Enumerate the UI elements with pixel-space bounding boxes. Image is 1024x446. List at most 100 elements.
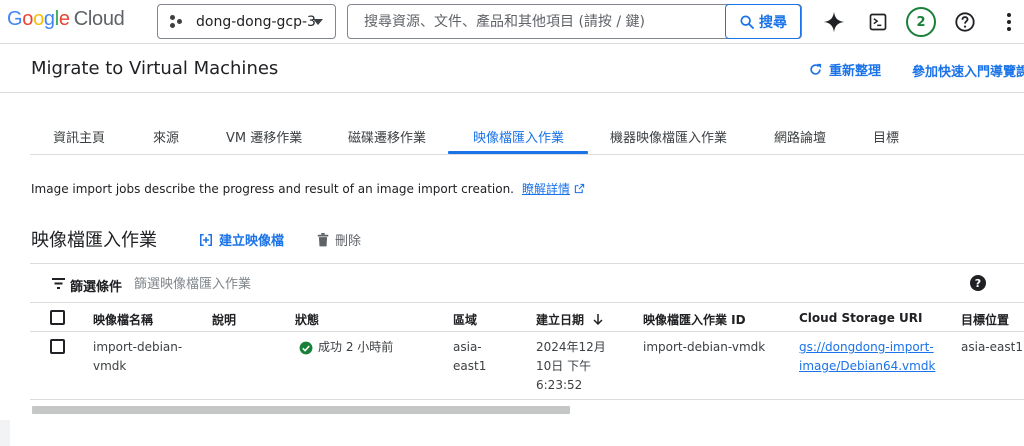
cell-line: asia- — [453, 340, 482, 354]
help-circle-icon — [955, 12, 975, 32]
refresh-label: 重新整理 — [829, 64, 882, 79]
table-header: 映像檔名稱 說明 狀態 區域 建立日期 映像檔匯入作業 ID Cloud Sto… — [30, 303, 1024, 332]
row-checkbox[interactable] — [50, 339, 65, 354]
open-in-new-icon — [574, 183, 585, 194]
page-description: Image import jobs describe the progress … — [31, 180, 585, 197]
cell-region: asia- east1 — [453, 338, 486, 376]
more-vert-icon — [1007, 13, 1011, 31]
google-cloud-logo[interactable]: Google Cloud — [7, 8, 125, 31]
page-header: Migrate to Virtual Machines 重新整理 參加快速入門導… — [0, 45, 1024, 93]
add-box-icon — [199, 233, 213, 246]
horizontal-scrollbar[interactable] — [30, 404, 1024, 416]
cell-line: 2024年12月 — [536, 340, 606, 354]
sparkle-icon — [823, 11, 845, 33]
gemini-button[interactable] — [818, 6, 850, 38]
tab-disk-migrations[interactable]: 磁碟遷移作業 — [348, 117, 426, 155]
cell-line: image/Debian64.vmdk — [799, 359, 936, 373]
create-image-label: 建立映像檔 — [219, 234, 285, 249]
logo-letter: g — [43, 8, 55, 30]
cell-line: vmdk — [93, 359, 127, 373]
column-header-status[interactable]: 狀態 — [295, 311, 319, 328]
create-image-button[interactable]: 建立映像檔 — [199, 230, 284, 249]
search-button[interactable]: 搜尋 — [725, 4, 801, 39]
search-icon — [740, 14, 754, 29]
logo-letter: e — [58, 8, 70, 30]
cell-image-name: import-debian- vmdk — [93, 338, 182, 376]
more-menu-button[interactable] — [993, 6, 1024, 38]
column-help-icon[interactable]: ? — [970, 275, 986, 291]
filter-list-icon — [52, 278, 65, 289]
search-box: 搜尋 — [347, 4, 802, 39]
quickstart-link[interactable]: 參加快速入門導覽課 — [912, 61, 1024, 80]
column-label: 建立日期 — [536, 313, 585, 327]
column-header-storage-uri[interactable]: Cloud Storage URI — [799, 311, 922, 325]
column-label: 映像檔名稱 — [93, 313, 154, 327]
column-label: 映像檔匯入作業 ID — [643, 313, 746, 327]
notification-badge[interactable]: 2 — [906, 7, 936, 37]
cell-status: 成功 2 小時前 — [299, 338, 393, 357]
cell-line: 6:23:52 — [536, 378, 583, 392]
project-name: dong-dong-gcp-3 — [196, 13, 316, 30]
cell-line: gs://dongdong-import- — [799, 340, 934, 354]
column-label: 目標位置 — [961, 313, 1010, 327]
column-header-image-name[interactable]: 映像檔名稱 — [93, 311, 153, 328]
table-row: import-debian- vmdk 成功 2 小時前 asia- east1… — [30, 332, 1024, 400]
refresh-button[interactable]: 重新整理 — [808, 60, 881, 79]
tab-network-forum[interactable]: 網路論壇 — [774, 117, 826, 155]
tab-targets[interactable]: 目標 — [873, 117, 899, 155]
column-label: Cloud Storage URI — [799, 311, 923, 325]
tabs-divider — [30, 154, 1024, 155]
delete-label: 刪除 — [335, 234, 362, 249]
tab-vm-migrations[interactable]: VM 遷移作業 — [226, 117, 302, 155]
delete-button[interactable]: 刪除 — [317, 230, 361, 249]
page-title: Migrate to Virtual Machines — [31, 58, 279, 79]
logo-letter: G — [7, 8, 23, 30]
cell-line: import-debian- — [93, 340, 183, 354]
description-text: Image import jobs describe the progress … — [31, 181, 514, 196]
column-header-job-id[interactable]: 映像檔匯入作業 ID — [643, 311, 746, 328]
section-title: 映像檔匯入作業 — [31, 230, 157, 251]
cell-job-id: import-debian-vmdk — [643, 340, 766, 354]
column-header-region[interactable]: 區域 — [453, 311, 477, 328]
learn-more-link[interactable]: 瞭解詳情 — [522, 180, 570, 197]
refresh-icon — [810, 63, 822, 75]
cell-line: 10日 下午 — [536, 359, 592, 373]
left-edge-strip — [0, 420, 10, 446]
column-label: 區域 — [453, 313, 478, 327]
tab-image-imports[interactable]: 映像檔匯入作業 — [473, 117, 564, 155]
tab-machine-image-imports[interactable]: 機器映像檔匯入作業 — [610, 117, 727, 155]
filter-bar: 篩選條件 ? — [30, 263, 1024, 303]
search-button-label: 搜尋 — [759, 14, 787, 31]
cell-created: 2024年12月 10日 下午 6:23:52 — [536, 338, 606, 395]
select-all-checkbox[interactable] — [50, 310, 65, 325]
tab-bar: 資訊主頁 來源 VM 遷移作業 磁碟遷移作業 映像檔匯入作業 機器映像檔匯入作業… — [0, 117, 1024, 155]
storage-uri-link[interactable]: gs://dongdong-import- image/Debian64.vmd… — [799, 338, 935, 376]
cell-line: east1 — [453, 359, 487, 373]
active-tab-indicator — [448, 151, 588, 154]
help-button[interactable] — [949, 6, 981, 38]
status-text: 成功 2 小時前 — [318, 340, 394, 354]
logo-product: Cloud — [73, 8, 125, 30]
search-input[interactable] — [348, 5, 724, 38]
cell-target: asia-east1 — [961, 340, 1023, 354]
column-header-created[interactable]: 建立日期 — [536, 311, 604, 328]
project-selector[interactable]: dong-dong-gcp-3 — [157, 4, 336, 39]
trash-icon — [317, 232, 329, 246]
logo-letter: o — [33, 8, 44, 30]
check-circle-icon — [299, 341, 313, 354]
column-header-description[interactable]: 說明 — [212, 311, 236, 328]
top-bar: GoogleCloud dong-dong-gcp-3 搜尋 2 — [0, 0, 1024, 44]
filter-label: 篩選條件 — [70, 280, 123, 295]
tab-dashboard[interactable]: 資訊主頁 — [53, 117, 105, 155]
tab-sources[interactable]: 來源 — [153, 117, 179, 155]
column-label: 狀態 — [295, 313, 320, 327]
column-label: 說明 — [212, 313, 237, 327]
project-dots-icon — [170, 14, 186, 30]
column-header-target[interactable]: 目標位置 — [961, 311, 1009, 328]
terminal-icon — [869, 13, 887, 31]
arrow-down-icon — [593, 314, 603, 326]
scrollbar-thumb[interactable] — [32, 406, 570, 414]
cloud-shell-button[interactable] — [862, 6, 894, 38]
filter-input[interactable] — [134, 272, 734, 296]
caret-down-icon — [313, 19, 323, 25]
